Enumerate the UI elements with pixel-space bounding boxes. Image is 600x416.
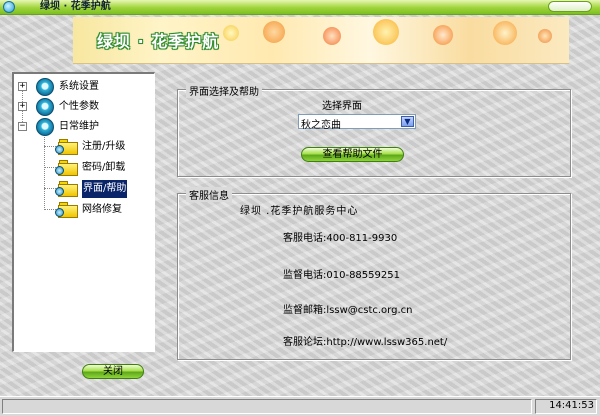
folder-icon xyxy=(55,202,78,218)
tree-item-system-settings[interactable]: + 系统设置 xyxy=(14,78,154,96)
flower-decoration-icon xyxy=(323,27,341,45)
window-title: 绿坝 · 花季护航 xyxy=(40,1,111,12)
flower-decoration-icon xyxy=(493,21,517,45)
flower-decoration-icon xyxy=(433,25,453,45)
plus-box-icon[interactable]: + xyxy=(18,102,27,111)
plus-box-icon[interactable]: + xyxy=(18,82,27,91)
tree-item-daily-maintenance[interactable]: − 日常维护 xyxy=(14,118,154,136)
tree-item-label-selected: 界面/帮助 xyxy=(82,180,128,198)
window-control-button[interactable] xyxy=(548,1,592,12)
gear-icon xyxy=(36,78,54,96)
folder-icon xyxy=(55,139,78,155)
group-title: 客服信息 xyxy=(186,187,232,202)
app-icon xyxy=(3,1,15,13)
tree-item-label: 日常维护 xyxy=(59,121,99,132)
interface-help-group: 界面选择及帮助 xyxy=(177,83,571,177)
title-bar[interactable]: 绿坝 · 花季护航 xyxy=(0,0,600,15)
gear-icon xyxy=(36,118,54,136)
select-value: 秋之恋曲 xyxy=(301,120,341,131)
tree-item-label: 密码/卸载 xyxy=(82,162,126,173)
flower-decoration-icon xyxy=(223,25,239,41)
tree-item-label: 网络修复 xyxy=(82,204,122,215)
tree-item-label: 注册/升级 xyxy=(82,141,126,152)
flower-decoration-icon xyxy=(263,21,285,43)
group-title: 界面选择及帮助 xyxy=(186,83,262,98)
service-phone: 客服电话:400-811-9930 xyxy=(283,233,398,244)
status-clock: 14:41:53 xyxy=(549,400,594,411)
tree-item-network-repair[interactable]: 网络修复 xyxy=(55,201,154,219)
minus-box-icon[interactable]: − xyxy=(18,122,27,131)
close-button[interactable]: 关闭 xyxy=(82,364,144,379)
status-pane xyxy=(2,399,532,414)
status-bar: 14:41:53 xyxy=(0,396,600,416)
banner: 绿坝 · 花季护航 xyxy=(73,17,569,64)
interface-select[interactable]: 秋之恋曲 ▼ xyxy=(298,114,416,131)
service-forum: 客服论坛:http://www.lssw365.net/ xyxy=(283,337,448,348)
flower-decoration-icon xyxy=(373,19,399,45)
tree-item-label: 个性参数 xyxy=(59,101,99,112)
folder-icon xyxy=(55,160,78,176)
flower-decoration-icon xyxy=(538,29,552,43)
tree-item-personal-params[interactable]: + 个性参数 xyxy=(14,98,154,116)
view-help-button[interactable]: 查看帮助文件 xyxy=(301,147,404,162)
select-interface-label: 选择界面 xyxy=(322,101,362,112)
tree-item-password-uninstall[interactable]: 密码/卸载 xyxy=(55,159,154,177)
tree-item-register-upgrade[interactable]: 注册/升级 xyxy=(55,138,154,156)
supervision-phone: 监督电话:010-88559251 xyxy=(283,270,400,281)
chevron-down-icon[interactable]: ▼ xyxy=(401,116,414,127)
tree-item-interface-help[interactable]: 界面/帮助 xyxy=(55,180,154,198)
banner-title: 绿坝 · 花季护航 xyxy=(97,32,220,51)
gear-icon xyxy=(36,98,54,116)
main-window: 绿坝 · 花季护航 绿坝 · 花季护航 + 系统设置 + 个性参数 − 日常维护… xyxy=(0,0,600,416)
tree-item-label: 系统设置 xyxy=(59,81,99,92)
folder-icon xyxy=(55,181,78,197)
service-center-name: 绿坝 .花季护航服务中心 xyxy=(240,206,359,217)
navigation-tree[interactable]: + 系统设置 + 个性参数 − 日常维护 注册/升级 密码/卸载 界面/帮助 网… xyxy=(12,72,155,352)
supervision-email: 监督邮箱:lssw@cstc.org.cn xyxy=(283,305,413,316)
